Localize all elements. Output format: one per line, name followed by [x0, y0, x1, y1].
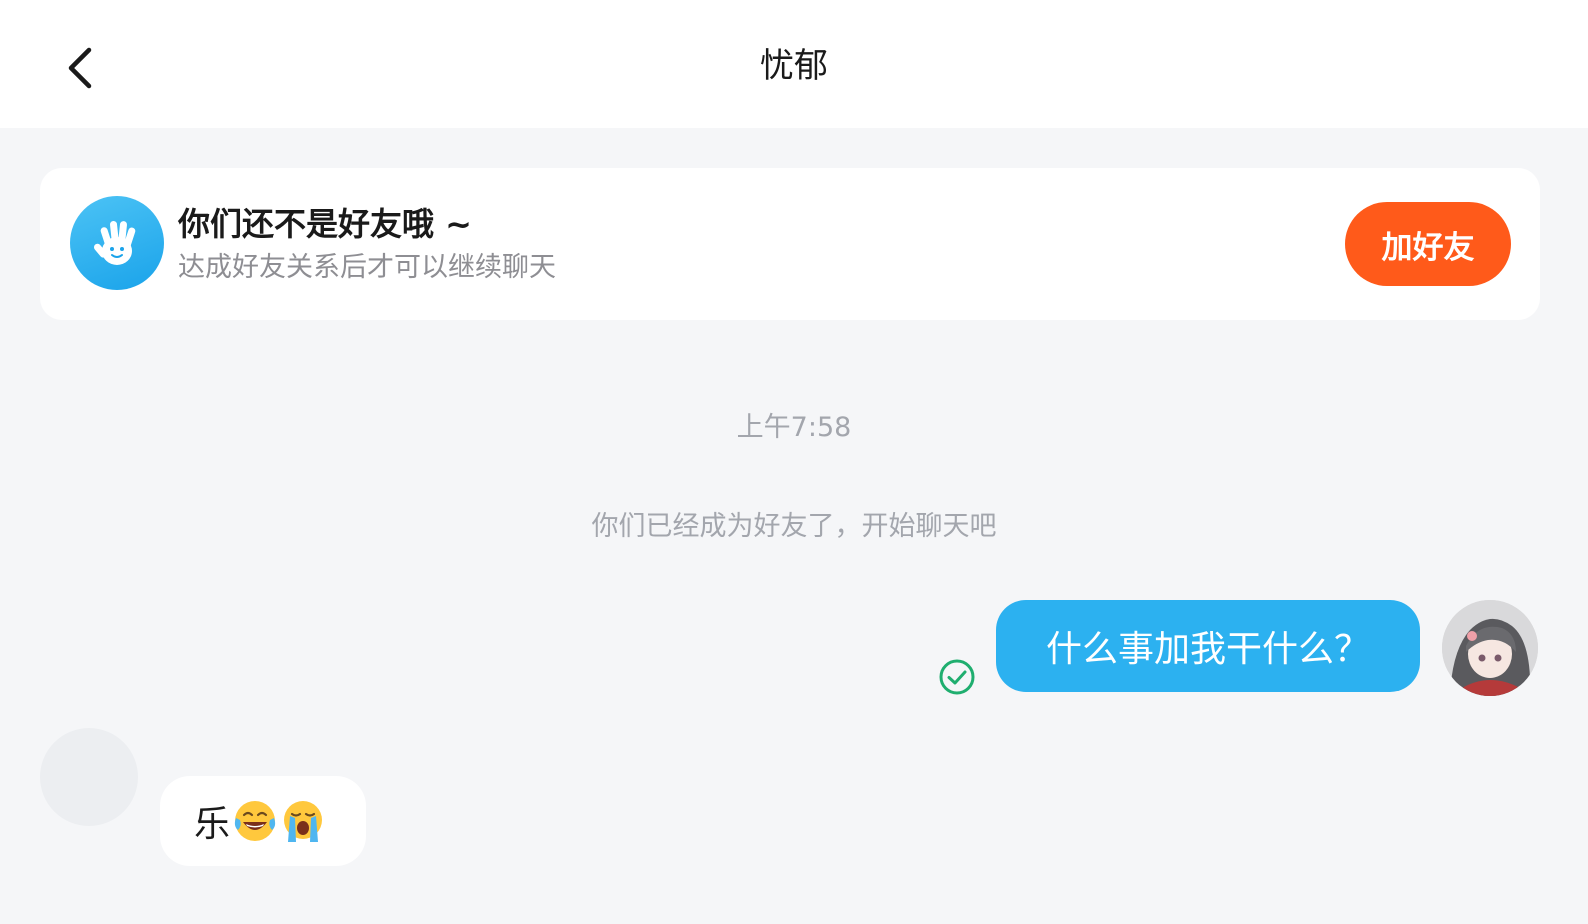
add-friend-button[interactable]: 加好友 [1345, 202, 1511, 286]
system-message: 你们已经成为好友了，开始聊天吧 [591, 511, 997, 542]
waving-hand-icon [70, 196, 164, 290]
page-title: 忧郁 [760, 46, 828, 86]
outgoing-message-text: 什么事加我干什么？ [1045, 629, 1370, 670]
notice-subtitle: 达成好友关系后才可以继续聊天 [178, 252, 556, 283]
my-avatar[interactable] [1442, 600, 1538, 696]
notice-title: 你们还不是好友哦 ~ [178, 205, 472, 243]
incoming-message-text: 乐 [194, 804, 231, 845]
message-timestamp: 上午7:58 [736, 412, 852, 443]
outgoing-message-bubble[interactable]: 什么事加我干什么？ [996, 600, 1420, 692]
other-user-avatar[interactable] [40, 728, 138, 826]
loudly-crying-emoji [284, 801, 323, 842]
sent-check-icon [939, 659, 975, 695]
not-friends-notice: 你们还不是好友哦 ~ 达成好友关系后才可以继续聊天 加好友 [40, 168, 1540, 320]
tears-of-joy-emoji [234, 801, 276, 841]
incoming-message-bubble[interactable]: 乐 [160, 776, 366, 866]
top-bar: 忧郁 [0, 0, 1588, 128]
